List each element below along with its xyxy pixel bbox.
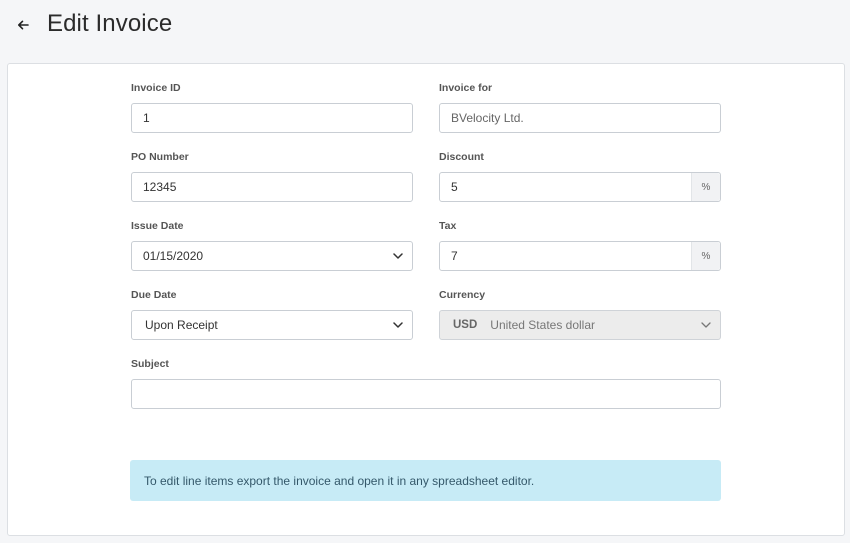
invoice-for-placeholder: BVelocity Ltd. — [451, 111, 524, 125]
percent-addon: % — [691, 173, 720, 201]
issue-date-select[interactable]: 01/15/2020 — [131, 241, 413, 271]
currency-code: USD — [453, 319, 478, 331]
discount-value: 5 — [451, 180, 458, 194]
po-number-label: PO Number — [131, 151, 189, 163]
tax-input[interactable]: 7 % — [439, 241, 721, 271]
subject-input[interactable] — [131, 379, 721, 409]
subject-label: Subject — [131, 358, 169, 370]
issue-date-value: 01/15/2020 — [143, 249, 204, 263]
percent-addon: % — [691, 242, 720, 270]
chevron-down-icon — [692, 311, 720, 339]
invoice-for-label: Invoice for — [439, 82, 493, 94]
due-date-value: Upon Receipt — [145, 318, 218, 332]
currency-name: United States dollar — [490, 318, 596, 332]
issue-date-label: Issue Date — [131, 220, 184, 232]
chevron-down-icon — [384, 242, 412, 270]
discount-label: Discount — [439, 151, 484, 163]
po-number-input[interactable]: 12345 — [131, 172, 413, 202]
page-title: Edit Invoice — [47, 10, 173, 37]
page-header: Edit Invoice — [0, 0, 850, 52]
arrow-left-icon — [18, 20, 29, 30]
due-date-select[interactable]: Upon Receipt — [131, 310, 413, 340]
invoice-id-input[interactable]: 1 — [131, 103, 413, 133]
invoice-id-label: Invoice ID — [131, 82, 181, 94]
tax-value: 7 — [451, 249, 458, 263]
discount-input[interactable]: 5 % — [439, 172, 721, 202]
info-alert-text: To edit line items export the invoice an… — [144, 473, 535, 488]
invoice-for-input[interactable]: BVelocity Ltd. — [439, 103, 721, 133]
currency-select: USD United States dollar — [439, 310, 721, 340]
tax-label: Tax — [439, 220, 457, 232]
due-date-label: Due Date — [131, 289, 177, 301]
info-alert: To edit line items export the invoice an… — [130, 460, 721, 501]
po-number-value: 12345 — [143, 180, 177, 194]
back-button[interactable] — [14, 16, 32, 34]
currency-label: Currency — [439, 289, 486, 301]
chevron-down-icon — [384, 311, 412, 339]
invoice-id-value: 1 — [143, 111, 150, 125]
